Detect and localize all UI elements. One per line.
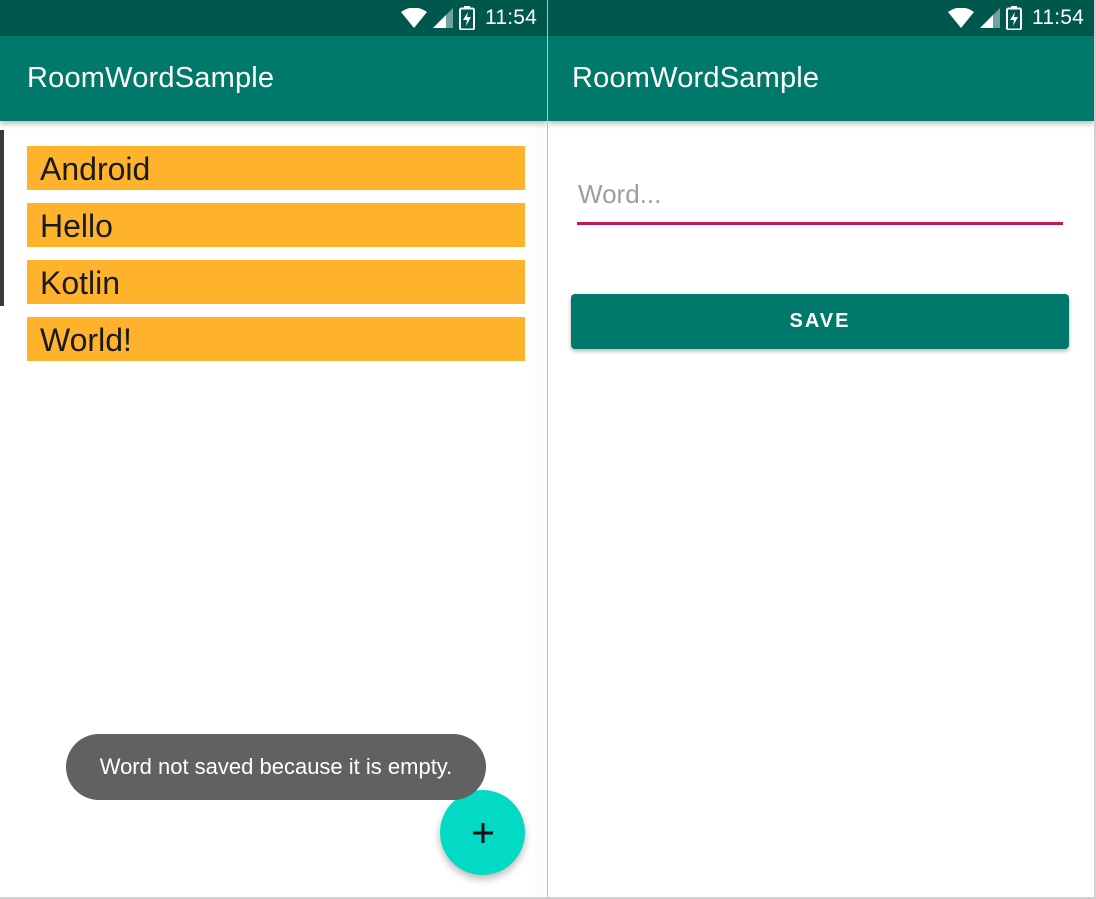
status-icons: 11:54 [948,5,1084,31]
input-underline [577,222,1063,225]
word-label: Kotlin [40,265,121,301]
app-bar: RoomWordSample [548,36,1094,121]
status-time: 11:54 [1032,6,1084,29]
status-icons: 11:54 [401,5,537,31]
add-word-button[interactable] [440,790,525,875]
wifi-icon [401,8,427,28]
wifi-icon [948,8,974,28]
app-title: RoomWordSample [27,62,275,94]
app-title: RoomWordSample [572,62,820,94]
word-label: Hello [40,208,113,244]
app-bar: RoomWordSample [0,36,547,121]
save-button[interactable]: SAVE [571,294,1069,349]
word-label: World! [40,322,132,358]
status-bar: 11:54 [0,0,547,36]
plus-icon [472,822,493,843]
signal-icon [433,8,453,28]
window-edge [0,130,4,306]
word-label: Android [40,151,151,187]
list-item[interactable]: Kotlin [27,260,525,304]
list-item[interactable]: Hello [27,203,525,247]
battery-charging-icon [459,6,475,30]
word-input-container [577,168,1064,226]
new-word-screen: 11:54 RoomWordSample SAVE [548,0,1094,899]
toast-text: Word not saved because it is empty. [99,754,453,779]
word-list[interactable]: Android Hello Kotlin World! [27,146,525,374]
status-bar: 11:54 [548,0,1094,36]
signal-icon [980,8,1000,28]
word-input[interactable] [577,168,1064,220]
word-list-screen: 11:54 RoomWordSample Android Hello Kotli… [0,0,547,899]
list-item[interactable]: Android [27,146,525,190]
list-item[interactable]: World! [27,317,525,361]
status-time: 11:54 [485,6,537,29]
battery-charging-icon [1006,6,1022,30]
toast-message: Word not saved because it is empty. [66,734,486,800]
